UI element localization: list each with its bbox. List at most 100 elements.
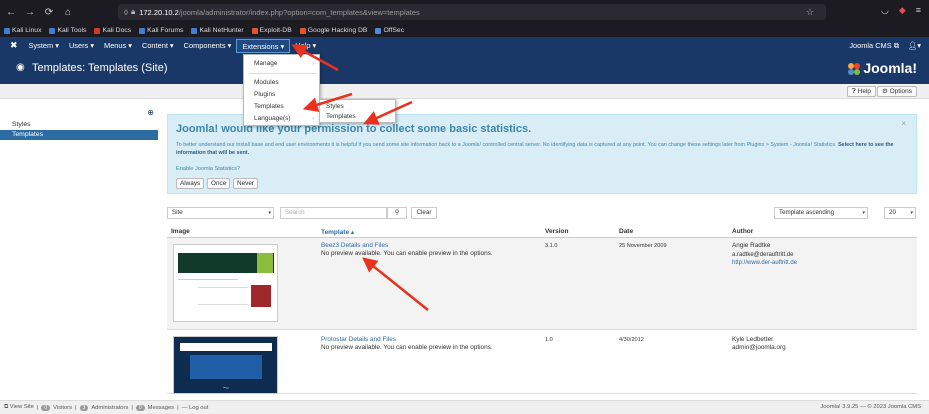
limit-select[interactable]: 20 ▾ <box>884 207 916 219</box>
beez3-website-link[interactable]: http://www.der-auftritt.de <box>732 259 797 267</box>
chevron-right-icon: › <box>312 116 314 122</box>
protostar-preview-note: No preview available. You can enable pre… <box>321 344 493 351</box>
menu-icon[interactable]: ≡ <box>916 5 921 16</box>
menu-item-languages[interactable]: Language(s) <box>254 115 291 122</box>
col-template[interactable]: Template ▴ <box>321 228 354 236</box>
bookmark-label: OffSec <box>383 27 405 34</box>
protostar-template-link[interactable]: Protostar Details and Files <box>321 336 396 344</box>
menu-users[interactable]: Users ▾ <box>64 37 99 54</box>
view-site-link[interactable]: ⧉ View Site <box>4 404 34 411</box>
pocket-icon[interactable]: ◡ <box>881 5 889 16</box>
joomla-logo-icon[interactable]: ✖ <box>10 40 18 51</box>
search-icon: ⚲ <box>394 209 400 216</box>
bookmark-icon <box>375 27 382 34</box>
bookmark-label: Kali Docs <box>102 27 132 34</box>
menu-components[interactable]: Components ▾ <box>179 37 237 54</box>
beez3-thumbnail <box>173 244 278 322</box>
logout-link[interactable]: — Log out <box>182 405 209 411</box>
col-date: Date <box>619 228 634 235</box>
beez3-version: 3.1.0 <box>545 243 558 249</box>
bookmarks-bar: Kali Linux Kali Tools Kali Docs Kali Forums… <box>0 24 929 37</box>
menu-menus[interactable]: Menus ▾ <box>99 37 137 54</box>
site-link[interactable]: Joomla CMS ⧉ <box>849 41 899 51</box>
sort-select[interactable]: Template ascending ▾ <box>774 207 868 219</box>
forward-icon[interactable]: → <box>22 7 38 18</box>
menu-system[interactable]: System ▾ <box>24 37 64 54</box>
menu-extensions[interactable]: Extensions ▾ <box>236 38 291 53</box>
menu-item-manage[interactable]: Manage <box>254 60 278 67</box>
extension-icon[interactable]: ◆ <box>899 5 906 16</box>
sidebar-item-styles[interactable]: Styles <box>0 120 158 130</box>
table-header: Image Template ▴ Version Date Author <box>167 226 917 238</box>
protostar-thumbnail: ~ <box>173 336 278 395</box>
question-icon: ❓︎ <box>851 88 856 95</box>
clear-button[interactable]: Clear <box>411 207 437 219</box>
menu-item-templates[interactable]: Templates <box>254 103 284 110</box>
gear-icon: ⚙ <box>881 88 888 95</box>
menu-item-modules[interactable]: Modules <box>254 79 279 86</box>
search-input[interactable]: Search <box>280 207 387 219</box>
chevron-right-icon: › <box>312 61 314 67</box>
table-row: ~ Protostar Details and Files No preview… <box>167 330 917 395</box>
menu-help[interactable]: Help ▾ <box>290 37 321 54</box>
bookmark-item[interactable]: Kali Tools <box>49 27 86 34</box>
statistics-alert: × Joomla! would like your permission to … <box>167 114 917 194</box>
messages-badge: 0 <box>135 404 145 411</box>
joomla-mark-icon <box>848 63 861 76</box>
never-button[interactable]: Never <box>233 178 259 189</box>
close-icon[interactable]: × <box>901 119 906 128</box>
bookmark-label: Kali Tools <box>57 27 87 34</box>
bookmark-star-icon[interactable]: ☆ <box>806 7 814 18</box>
home-icon[interactable]: ⌂ <box>60 7 76 18</box>
eye-icon: ◉ <box>16 62 25 73</box>
bookmark-item[interactable]: Kali NetHunter <box>191 27 244 34</box>
bookmark-icon <box>4 27 10 34</box>
bookmark-icon <box>139 27 146 34</box>
client-select[interactable]: Site ▾ <box>167 207 274 219</box>
chevron-down-icon: ▾ <box>910 210 913 216</box>
bookmark-icon <box>299 27 306 34</box>
chevron-right-icon: › <box>312 104 314 110</box>
protostar-version: 1.0 <box>545 337 553 343</box>
bookmark-item[interactable]: OffSec <box>375 27 404 34</box>
beez3-template-link[interactable]: Beez3 Details and Files <box>321 242 388 250</box>
menu-content[interactable]: Content ▾ <box>137 37 179 54</box>
user-menu-icon[interactable]: 👤︎▾ <box>908 41 921 50</box>
reload-icon[interactable]: ⟳ <box>41 7 57 18</box>
bookmark-item[interactable]: Google Hacking DB <box>299 27 367 34</box>
admins-label: Administrators <box>91 404 129 411</box>
messages-label[interactable]: Messages <box>148 405 174 411</box>
lock-icon: 🔒︎ <box>130 7 136 16</box>
bookmark-item[interactable]: Kali Forums <box>139 27 183 34</box>
back-icon[interactable]: ← <box>3 7 19 18</box>
bookmark-item[interactable]: Kali Docs <box>94 27 131 34</box>
shield-icon: ◊ <box>124 7 128 17</box>
address-bar[interactable]: ◊ 🔒︎ 172.20.10.2/joomla/administrator/in… <box>118 4 826 20</box>
options-button[interactable]: ⚙ Options <box>876 86 917 97</box>
menu-item-plugins[interactable]: Plugins <box>254 91 275 98</box>
protostar-author: Kyle Ledbetter <box>732 336 774 343</box>
help-button[interactable]: ❓︎ Help <box>846 86 876 97</box>
browser-toolbar: ← → ⟳ ⌂ ◊ 🔒︎ 172.20.10.2/joomla/administ… <box>0 0 929 24</box>
submenu-item-templates[interactable]: Templates <box>326 113 356 120</box>
version-text: Joomla! 3.9.25 — © 2023 Joomla CMS <box>820 404 921 410</box>
sidebar-item-templates[interactable]: Templates <box>0 130 158 140</box>
admin-navbar: ✖ System ▾ Users ▾ Menus ▾ Content ▾ Com… <box>0 37 929 54</box>
alert-body: To better understand our install base an… <box>176 142 894 156</box>
bookmark-item[interactable]: Exploit-DB <box>251 27 292 34</box>
bookmark-label: Exploit-DB <box>259 27 292 34</box>
collapse-sidebar-icon[interactable]: ⊕ <box>147 108 154 117</box>
admins-badge: 3 <box>79 404 89 411</box>
bookmark-icon <box>94 27 101 34</box>
toolbar: ❓︎ Help ⚙ Options <box>0 84 929 99</box>
filter-bar: Site ▾ Search ⚲ Clear Template ascending ▾… <box>0 207 929 221</box>
bookmark-item[interactable]: Kali Linux <box>4 27 41 34</box>
table-row: Beez3 Details and Files No preview avail… <box>167 238 917 330</box>
search-button[interactable]: ⚲ <box>387 207 407 219</box>
status-bar: ⧉ View Site | 0 Visitors | 3 Administrator… <box>0 400 929 414</box>
always-button[interactable]: Always <box>176 178 205 189</box>
submenu-item-styles[interactable]: Styles <box>326 103 344 110</box>
chevron-down-icon: ▾ <box>862 210 865 216</box>
once-button[interactable]: Once <box>207 178 231 189</box>
extensions-dropdown: Manage › Modules Plugins Templates › Lan… <box>243 54 320 126</box>
